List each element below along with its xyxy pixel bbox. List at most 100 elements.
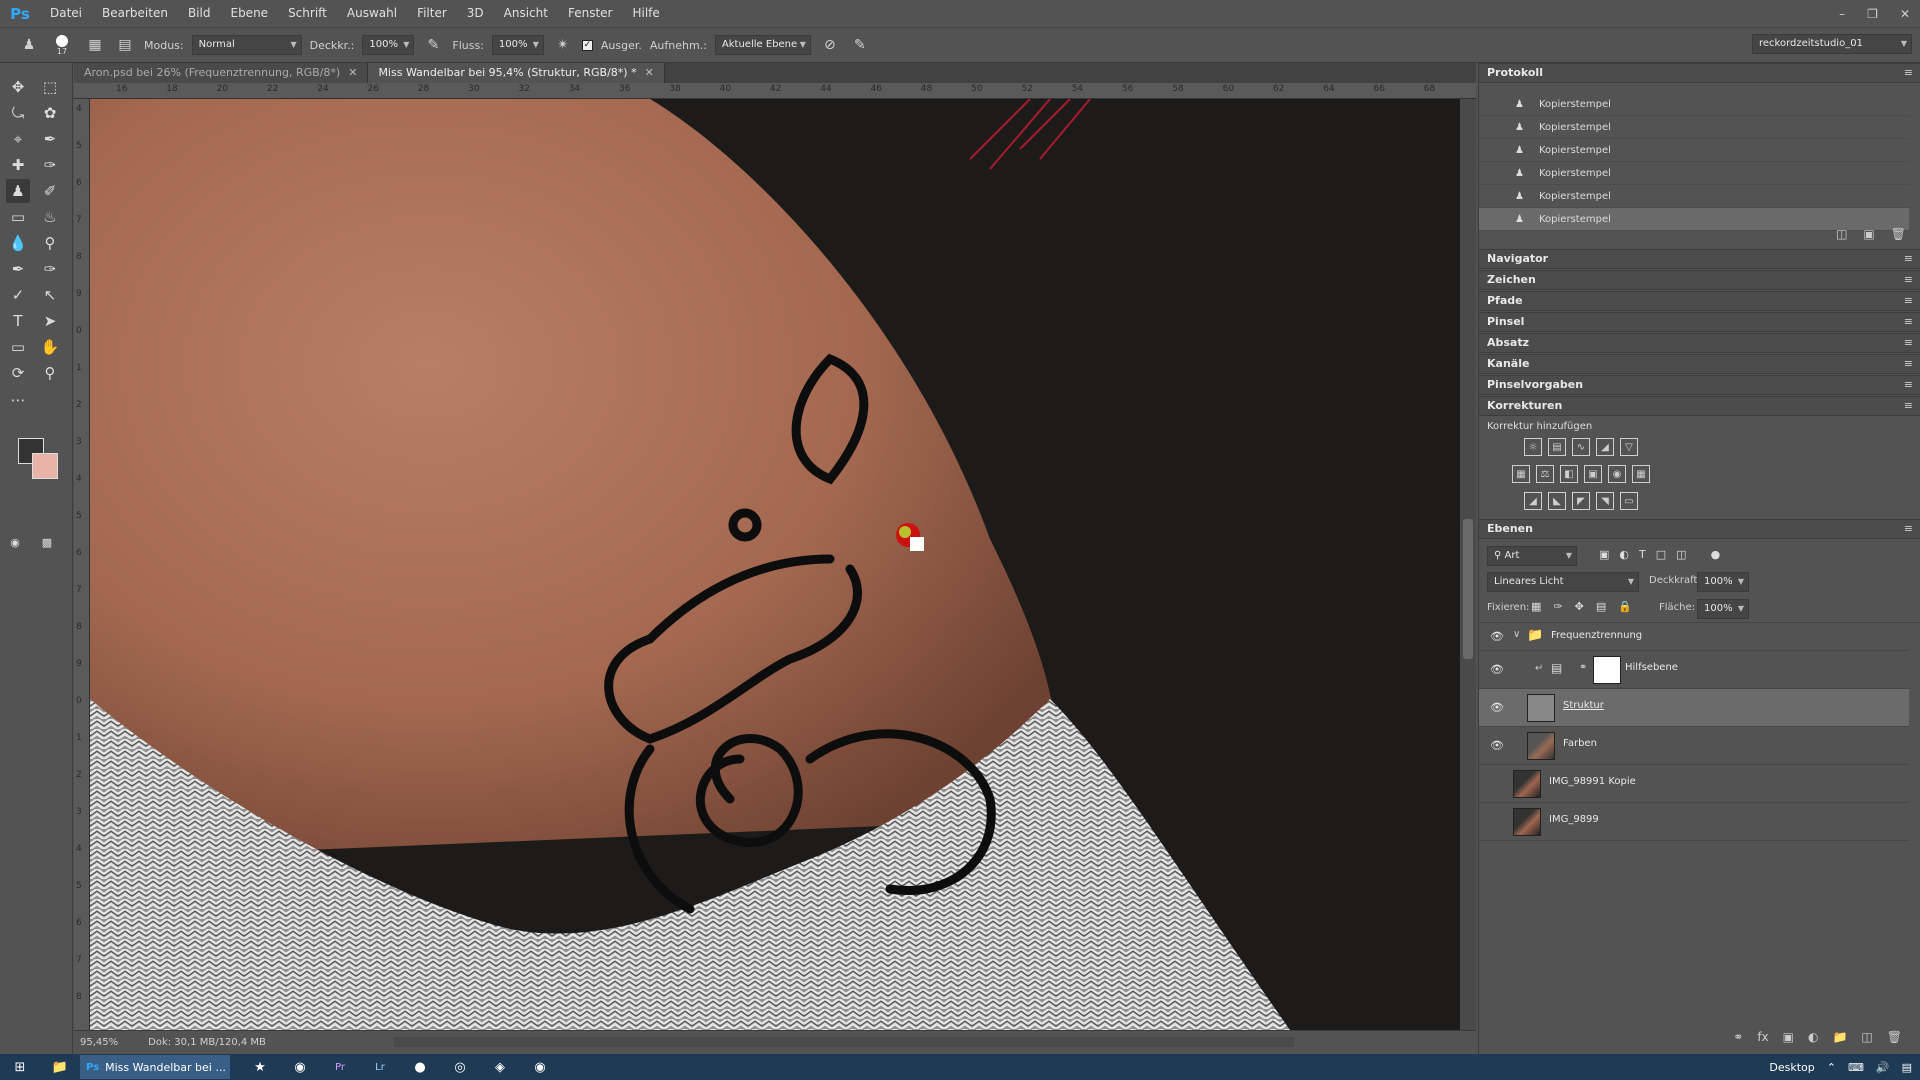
tray-expand-icon[interactable]: ⌃ [1827, 1061, 1836, 1074]
clone-source-icon[interactable]: ▤ [114, 34, 136, 56]
menu-ebene[interactable]: Ebene [220, 0, 278, 27]
eye-hidden-icon[interactable]: 👁 [1489, 815, 1505, 829]
minimize-icon[interactable]: – [1839, 7, 1845, 21]
more-tools-icon[interactable]: ⋯ [6, 388, 30, 412]
levels-icon[interactable]: ▤ [1548, 438, 1566, 456]
panel-menu-icon[interactable]: ≡ [1904, 271, 1913, 289]
layer-row[interactable]: 👁 IMG_98991 Kopie [1479, 765, 1909, 803]
pfade-panel-header[interactable]: Pfade ≡ [1479, 291, 1920, 311]
brightness-icon[interactable]: ☼ [1524, 438, 1542, 456]
windows-start-icon[interactable]: ⊞ [0, 1054, 40, 1080]
background-color-swatch[interactable] [32, 453, 58, 479]
lasso-tool-icon[interactable]: ⤿ [6, 101, 30, 125]
quick-select-tool-icon[interactable]: ✿ [38, 101, 62, 125]
eraser-tool-icon[interactable]: ▭ [6, 205, 30, 229]
rotate-view-tool-icon[interactable]: ⟳ [6, 361, 30, 385]
type-tool-icon[interactable]: T [6, 309, 30, 333]
zoom-level[interactable]: 95,45% [80, 1037, 118, 1048]
exposure-icon[interactable]: ◢ [1596, 438, 1614, 456]
history-item[interactable]: ♟ Kopierstempel [1479, 162, 1909, 185]
volume-icon[interactable]: 🔊 [1876, 1061, 1890, 1074]
eyedropper-tool-icon[interactable]: ✒ [38, 127, 62, 151]
eye-icon[interactable]: 👁 [1489, 739, 1505, 753]
add-mask-icon[interactable]: ▣ [1783, 1030, 1794, 1044]
brush-size-picker[interactable]: 17 [48, 34, 76, 56]
workspace-select[interactable]: reckordzeitstudio_01 ▼ [1752, 34, 1912, 54]
panel-menu-icon[interactable]: ≡ [1904, 397, 1913, 415]
layer-thumbnail[interactable] [1513, 770, 1541, 798]
pen-tool-icon[interactable]: ✒ [6, 257, 30, 281]
eye-icon[interactable]: 👁 [1489, 630, 1505, 644]
smart-object-filter-icon[interactable]: ◫ [1676, 548, 1686, 561]
path-select-tool-icon[interactable]: ↖ [38, 283, 62, 307]
chrome-icon[interactable]: ◉ [520, 1054, 560, 1080]
menu-fenster[interactable]: Fenster [558, 0, 623, 27]
quick-mask-icon[interactable]: ◉ [6, 533, 24, 551]
layer-filter-select[interactable]: ⚲ Art ▼ [1487, 546, 1577, 566]
pressure-size-icon[interactable]: ✎ [849, 34, 871, 56]
airbrush-icon[interactable]: ✴ [552, 34, 574, 56]
link-layers-icon[interactable]: ⚭ [1733, 1030, 1743, 1044]
threshold-icon[interactable]: ◤ [1572, 492, 1590, 510]
lock-all-icon[interactable]: 🔒 [1618, 600, 1632, 613]
pressure-opacity-icon[interactable]: ✎ [422, 34, 444, 56]
snapshot-icon[interactable]: ▣ [1863, 227, 1874, 241]
dodge-tool-icon[interactable]: ⚲ [38, 231, 62, 255]
desktop-label[interactable]: Desktop [1769, 1061, 1814, 1074]
history-brush-tool-icon[interactable]: ✐ [38, 179, 62, 203]
panel-menu-icon[interactable]: ≡ [1904, 292, 1913, 310]
adjustment-filter-icon[interactable]: ◐ [1619, 548, 1629, 561]
layer-row[interactable]: 👁 IMG_9899 [1479, 803, 1909, 841]
curves-icon[interactable]: ∿ [1572, 438, 1590, 456]
layer-mask-thumbnail[interactable] [1593, 656, 1621, 684]
marquee-tool-icon[interactable]: ⬚ [38, 75, 62, 99]
color-balance-icon[interactable]: ⚖ [1536, 465, 1554, 483]
file-explorer-icon[interactable]: 📁 [40, 1054, 80, 1080]
vertical-scrollbar[interactable] [1460, 99, 1476, 1030]
new-document-from-state-icon[interactable]: ◫ [1836, 227, 1847, 241]
move-tool-icon[interactable]: ✥ [6, 75, 30, 99]
pinselvorgaben-panel-header[interactable]: Pinselvorgaben ≡ [1479, 375, 1920, 395]
fx-icon[interactable]: fx [1757, 1030, 1768, 1044]
vibrance-icon[interactable]: ▽ [1620, 438, 1638, 456]
horizontal-scrollbar[interactable] [394, 1037, 1294, 1047]
menu-hilfe[interactable]: Hilfe [622, 0, 669, 27]
shape-filter-icon[interactable]: □ [1656, 548, 1666, 561]
healing-brush-tool-icon[interactable]: ✚ [6, 153, 30, 177]
restore-icon[interactable]: ❐ [1867, 7, 1878, 21]
fill-input[interactable]: 100% ▼ [1697, 599, 1749, 619]
ausger-checkbox[interactable]: ✓ [581, 39, 593, 51]
menu-bild[interactable]: Bild [178, 0, 221, 27]
fluss-input[interactable]: 100% ▼ [491, 35, 544, 55]
blend-mode-select[interactable]: Lineares Licht ▼ [1487, 572, 1639, 592]
history-item[interactable]: ♟ Kopierstempel [1479, 116, 1909, 139]
color-lookup-icon[interactable]: ▦ [1632, 465, 1650, 483]
opacity-input[interactable]: 100% ▼ [1697, 572, 1749, 592]
menu-3d[interactable]: 3D [457, 0, 494, 27]
taskbar-app-icon[interactable]: ● [400, 1054, 440, 1080]
lock-pixels-icon[interactable]: ✑ [1553, 600, 1562, 613]
chevron-down-icon[interactable]: ∨ [1513, 629, 1520, 640]
layer-row-adjustment[interactable]: 👁 ↵ ▤ ⚭ Hilfsebene [1479, 651, 1909, 689]
tab-miss-wandelbar[interactable]: Miss Wandelbar bei 95,4% (Struktur, RGB/… [368, 63, 665, 83]
history-item[interactable]: ♟ Kopierstempel [1479, 139, 1909, 162]
navigator-panel-header[interactable]: Navigator ≡ [1479, 249, 1920, 269]
filter-toggle-icon[interactable]: ● [1711, 548, 1721, 561]
panel-menu-icon[interactable]: ≡ [1904, 313, 1913, 331]
taskbar-app-icon[interactable]: ◈ [480, 1054, 520, 1080]
pinsel-panel-header[interactable]: Pinsel ≡ [1479, 312, 1920, 332]
taskbar-app-icon[interactable]: ★ [240, 1054, 280, 1080]
gradient-map-icon[interactable]: ▭ [1620, 492, 1638, 510]
deckkr-input[interactable]: 100% ▼ [362, 35, 415, 55]
panel-menu-icon[interactable]: ≡ [1904, 376, 1913, 394]
lock-position-icon[interactable]: ✥ [1575, 600, 1584, 613]
menu-schrift[interactable]: Schrift [278, 0, 337, 27]
freeform-pen-tool-icon[interactable]: ✑ [38, 257, 62, 281]
taskbar-photoshop-button[interactable]: Ps Miss Wandelbar bei ... [80, 1055, 230, 1079]
eye-icon[interactable]: 👁 [1489, 663, 1505, 677]
panel-menu-icon[interactable]: ≡ [1904, 250, 1913, 268]
invert-icon[interactable]: ◢ [1524, 492, 1542, 510]
hand-tool-icon[interactable]: ✋ [38, 335, 62, 359]
image-filter-icon[interactable]: ▣ [1599, 548, 1609, 561]
close-icon[interactable]: ✕ [1900, 7, 1910, 21]
